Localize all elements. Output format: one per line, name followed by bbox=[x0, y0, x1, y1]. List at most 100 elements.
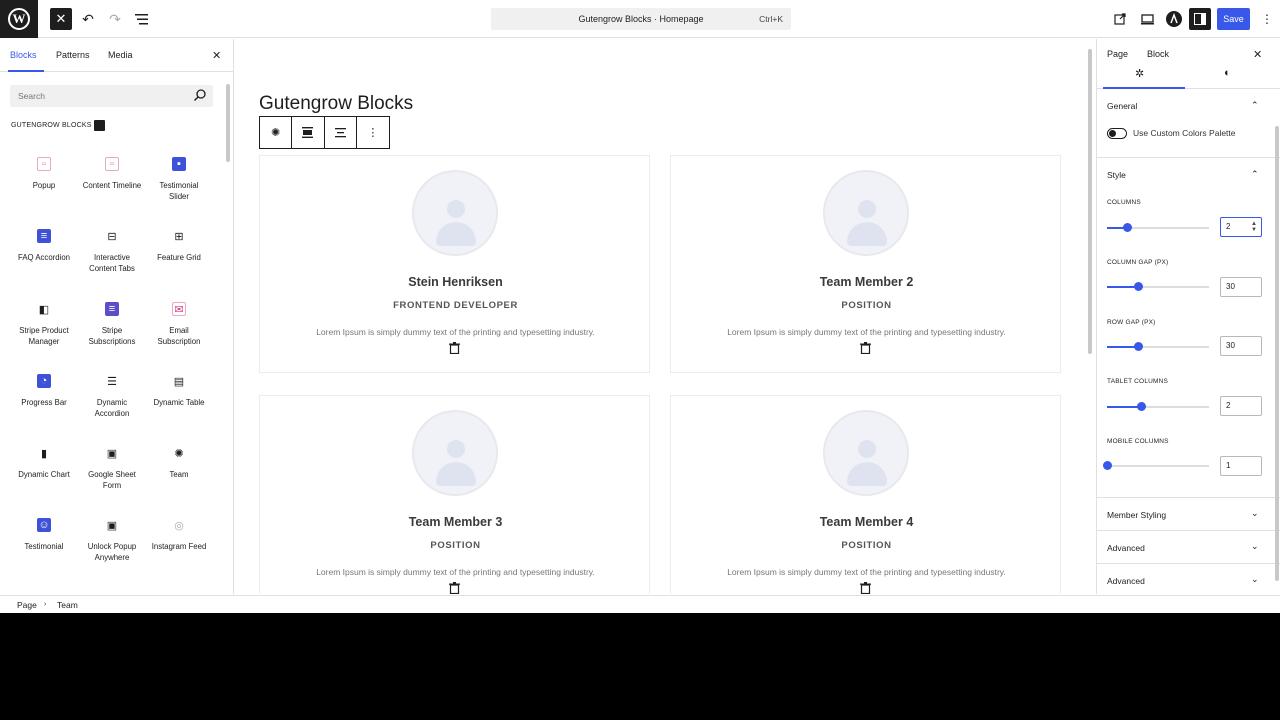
block-stripe-product-manager[interactable]: ◧ Stripe Product Manager bbox=[14, 302, 74, 347]
tab-media[interactable]: Media bbox=[108, 50, 133, 60]
block-testimonial-slider[interactable]: ▪ Testimonial Slider bbox=[149, 157, 209, 202]
search-input[interactable]: Search bbox=[10, 85, 213, 107]
close-icon[interactable]: ✕ bbox=[1253, 48, 1262, 61]
trash-icon[interactable] bbox=[860, 342, 871, 354]
section-style[interactable]: Style bbox=[1107, 170, 1126, 180]
member-position[interactable]: POSITION bbox=[260, 540, 651, 551]
block-content-timeline[interactable]: ▫ Content Timeline bbox=[82, 157, 142, 192]
tablet-columns-input[interactable]: 2 bbox=[1220, 396, 1262, 416]
member-position[interactable]: POSITION bbox=[671, 540, 1062, 551]
document-overview-icon[interactable] bbox=[130, 8, 152, 30]
block-feature-grid[interactable]: ⊞ Feature Grid bbox=[149, 229, 209, 264]
block-dynamic-accordion[interactable]: ☰ Dynamic Accordion bbox=[82, 374, 142, 419]
chevron-down-icon[interactable]: ⌄ bbox=[1251, 574, 1259, 585]
align-icon[interactable] bbox=[292, 117, 325, 148]
section-general[interactable]: General bbox=[1107, 101, 1137, 111]
block-dynamic-table[interactable]: ▤ Dynamic Table bbox=[149, 374, 209, 409]
columns-input[interactable]: 2 ▲ ▼ bbox=[1220, 217, 1262, 237]
block-stripe-subscriptions[interactable]: ≡ Stripe Subscriptions bbox=[82, 302, 142, 347]
section-member-styling[interactable]: Member Styling bbox=[1107, 510, 1166, 520]
member-description[interactable]: Lorem Ipsum is simply dummy text of the … bbox=[671, 327, 1062, 337]
chevron-down-icon[interactable]: ⌄ bbox=[1251, 541, 1259, 552]
block-faq-accordion[interactable]: ≡ FAQ Accordion bbox=[14, 229, 74, 264]
mobile-columns-slider[interactable] bbox=[1103, 461, 1209, 470]
view-external-icon[interactable] bbox=[1109, 8, 1131, 30]
member-description[interactable]: Lorem Ipsum is simply dummy text of the … bbox=[260, 327, 651, 337]
block-email-subscription[interactable]: ✉ Email Subscription bbox=[149, 302, 209, 347]
block-testimonial[interactable]: ☺ Testimonial bbox=[14, 518, 74, 553]
trash-icon[interactable] bbox=[449, 582, 460, 594]
tab-block[interactable]: Block bbox=[1147, 49, 1169, 59]
progress-bar-icon: ◔ bbox=[37, 374, 51, 388]
mobile-columns-input[interactable]: 1 bbox=[1220, 456, 1262, 476]
close-icon[interactable]: ✕ bbox=[212, 49, 221, 62]
chevron-up-icon[interactable]: ⌃ bbox=[1251, 169, 1259, 180]
member-description[interactable]: Lorem Ipsum is simply dummy text of the … bbox=[260, 567, 651, 577]
block-team[interactable]: ✺ Team bbox=[149, 446, 209, 481]
team-member-card[interactable]: Team Member 3 POSITION Lorem Ipsum is si… bbox=[259, 395, 650, 594]
column-gap-input[interactable]: 30 bbox=[1220, 277, 1262, 297]
columns-slider[interactable] bbox=[1107, 223, 1209, 232]
justify-icon[interactable] bbox=[325, 117, 357, 148]
scrollbar[interactable] bbox=[226, 84, 230, 162]
row-gap-slider[interactable] bbox=[1107, 342, 1209, 351]
row-gap-input[interactable]: 30 bbox=[1220, 336, 1262, 356]
stripe-product-icon: ◧ bbox=[38, 303, 50, 316]
block-google-sheet-form[interactable]: ▣ Google Sheet Form bbox=[82, 446, 142, 491]
styles-icon[interactable]: ◐ bbox=[1224, 67, 1231, 79]
column-gap-slider[interactable] bbox=[1107, 282, 1209, 291]
chevron-down-icon[interactable]: ⌄ bbox=[1251, 508, 1259, 519]
page-title[interactable]: Gutengrow Blocks bbox=[259, 93, 413, 115]
gear-icon[interactable]: ✲ bbox=[1135, 67, 1144, 80]
category-label: GUTENGROW BLOCKS bbox=[11, 122, 92, 129]
member-name[interactable]: Stein Henriksen bbox=[260, 275, 651, 289]
wordpress-logo-icon[interactable]: W bbox=[0, 0, 38, 38]
custom-colors-toggle[interactable] bbox=[1107, 128, 1127, 139]
member-name[interactable]: Team Member 4 bbox=[671, 515, 1062, 529]
member-description[interactable]: Lorem Ipsum is simply dummy text of the … bbox=[671, 567, 1062, 577]
trash-icon[interactable] bbox=[860, 582, 871, 594]
team-member-card[interactable]: Team Member 2 POSITION Lorem Ipsum is si… bbox=[670, 155, 1061, 373]
settings-sidebar-icon[interactable] bbox=[1189, 8, 1211, 30]
block-unlock-popup-anywhere[interactable]: ▣ Unlock Popup Anywhere bbox=[82, 518, 142, 563]
chevron-up-icon[interactable]: ⌃ bbox=[1251, 100, 1259, 111]
section-advanced-2[interactable]: Advanced bbox=[1107, 576, 1145, 586]
block-progress-bar[interactable]: ◔ Progress Bar bbox=[14, 374, 74, 409]
scrollbar[interactable] bbox=[1275, 126, 1279, 581]
more-options-icon[interactable]: ⋮ bbox=[357, 117, 389, 148]
team-block-icon[interactable]: ✺ bbox=[260, 117, 293, 148]
block-interactive-content-tabs[interactable]: ⊟ Interactive Content Tabs bbox=[82, 229, 142, 274]
team-member-card[interactable]: Stein Henriksen FRONTEND DEVELOPER Lorem… bbox=[259, 155, 650, 373]
astra-logo-icon[interactable] bbox=[1163, 8, 1185, 30]
breadcrumb-page[interactable]: Page bbox=[17, 600, 37, 610]
block-label: Google Sheet Form bbox=[88, 470, 136, 490]
preview-device-icon[interactable] bbox=[1136, 8, 1158, 30]
command-palette-title[interactable]: Gutengrow Blocks · Homepage Ctrl+K bbox=[491, 8, 791, 30]
stepper-icon[interactable]: ▲ ▼ bbox=[1251, 221, 1257, 233]
tab-patterns[interactable]: Patterns bbox=[56, 50, 90, 60]
save-button[interactable]: Save bbox=[1217, 8, 1250, 30]
scrollbar[interactable] bbox=[1088, 49, 1092, 354]
tab-blocks[interactable]: Blocks bbox=[10, 50, 37, 60]
team-member-card[interactable]: Team Member 4 POSITION Lorem Ipsum is si… bbox=[670, 395, 1061, 594]
options-icon[interactable]: ⋮ bbox=[1256, 8, 1278, 30]
breadcrumb-team[interactable]: Team bbox=[57, 600, 78, 610]
member-name[interactable]: Team Member 3 bbox=[260, 515, 651, 529]
block-popup[interactable]: ▫ Popup bbox=[14, 157, 74, 192]
block-dynamic-chart[interactable]: ▮ Dynamic Chart bbox=[14, 446, 74, 481]
divider bbox=[1097, 497, 1280, 498]
trash-icon[interactable] bbox=[449, 342, 460, 354]
section-advanced[interactable]: Advanced bbox=[1107, 543, 1145, 553]
block-instagram-feed[interactable]: ◎ Instagram Feed bbox=[149, 518, 209, 553]
member-name[interactable]: Team Member 2 bbox=[671, 275, 1062, 289]
team-icon: ✺ bbox=[174, 447, 184, 460]
member-position[interactable]: POSITION bbox=[671, 300, 1062, 311]
block-label: Feature Grid bbox=[157, 253, 201, 262]
tablet-columns-slider[interactable] bbox=[1107, 402, 1209, 411]
redo-icon[interactable]: ↷ bbox=[104, 8, 126, 30]
active-tab-indicator bbox=[8, 70, 44, 72]
close-inserter-button[interactable]: ✕ bbox=[50, 8, 72, 30]
undo-icon[interactable]: ↶ bbox=[77, 8, 99, 30]
tab-page[interactable]: Page bbox=[1107, 49, 1128, 59]
member-position[interactable]: FRONTEND DEVELOPER bbox=[260, 300, 651, 311]
